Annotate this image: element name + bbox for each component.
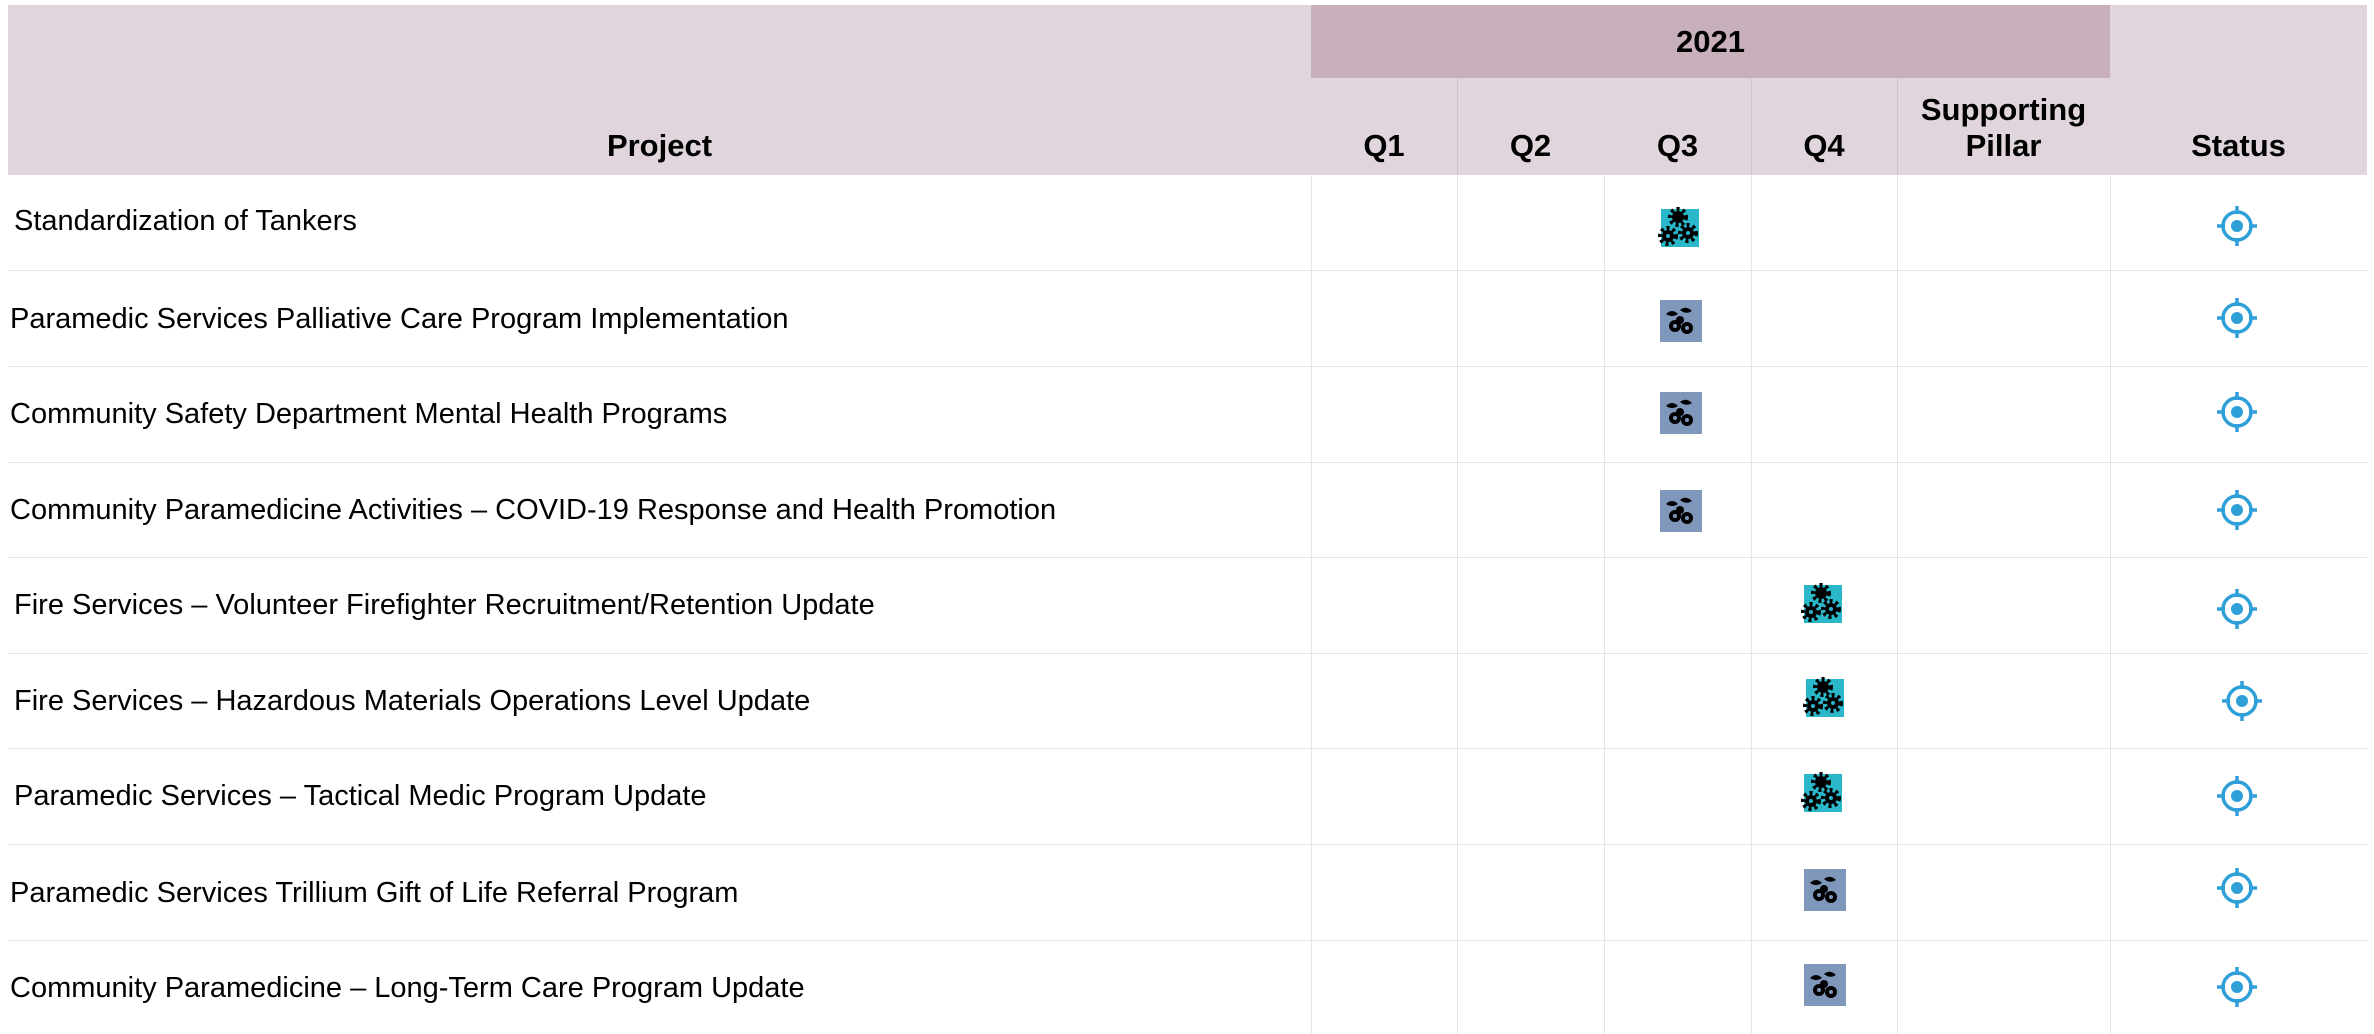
people-care-icon bbox=[1804, 964, 1846, 1006]
row-divider bbox=[8, 844, 2367, 845]
gears-icon bbox=[1801, 771, 1843, 813]
project-name: Paramedic Services – Tactical Medic Prog… bbox=[14, 780, 707, 812]
project-name: Community Paramedicine – Long-Term Care … bbox=[10, 972, 805, 1004]
column-divider bbox=[1457, 175, 1458, 1034]
project-name: Standardization of Tankers bbox=[14, 205, 357, 237]
gears-icon bbox=[1658, 206, 1700, 248]
project-name: Community Paramedicine Activities – COVI… bbox=[10, 494, 1057, 526]
gears-icon bbox=[1801, 582, 1843, 624]
row-divider bbox=[8, 653, 2367, 654]
gears-icon bbox=[1803, 676, 1845, 718]
project-name: Paramedic Services Palliative Care Progr… bbox=[10, 303, 789, 335]
people-care-icon bbox=[1660, 300, 1702, 342]
row-divider bbox=[8, 270, 2367, 271]
target-icon bbox=[2215, 866, 2259, 910]
row-divider bbox=[8, 366, 2367, 367]
target-icon bbox=[2215, 965, 2259, 1009]
row-divider bbox=[8, 748, 2367, 749]
people-care-icon bbox=[1804, 869, 1846, 911]
column-divider bbox=[2110, 175, 2111, 1034]
q4-header: Q4 bbox=[1803, 128, 1845, 163]
header-divider bbox=[1457, 78, 1458, 175]
supporting-pillar-line1: Supporting bbox=[1920, 92, 2087, 127]
supporting-pillar-header: Supporting Pillar bbox=[1897, 92, 2110, 164]
status-header: Status bbox=[2191, 128, 2286, 163]
row-divider bbox=[8, 557, 2367, 558]
q1-header: Q1 bbox=[1363, 128, 1405, 163]
project-name: Community Safety Department Mental Healt… bbox=[10, 398, 728, 430]
q3-header: Q3 bbox=[1656, 128, 1699, 163]
target-icon bbox=[2215, 296, 2259, 340]
column-divider bbox=[1604, 175, 1605, 1034]
target-icon bbox=[2215, 774, 2259, 818]
target-icon bbox=[2220, 679, 2264, 723]
project-name: Fire Services – Volunteer Firefighter Re… bbox=[14, 589, 875, 621]
project-name: Fire Services – Hazardous Materials Oper… bbox=[14, 685, 811, 717]
row-divider bbox=[8, 940, 2367, 941]
year-header: 2021 bbox=[1676, 24, 1745, 59]
column-divider bbox=[1311, 175, 1312, 1034]
project-header: Project bbox=[606, 128, 713, 163]
row-divider bbox=[8, 462, 2367, 463]
project-name: Paramedic Services Trillium Gift of Life… bbox=[10, 877, 739, 909]
supporting-pillar-line2: Pillar bbox=[1965, 128, 2042, 163]
target-icon bbox=[2215, 204, 2259, 248]
header-divider bbox=[1897, 78, 1898, 175]
people-care-icon bbox=[1660, 392, 1702, 434]
target-icon bbox=[2215, 587, 2259, 631]
q2-header: Q2 bbox=[1509, 128, 1552, 163]
column-divider bbox=[1751, 175, 1752, 1034]
target-icon bbox=[2215, 488, 2259, 532]
header-divider bbox=[1751, 78, 1752, 175]
column-divider bbox=[1897, 175, 1898, 1034]
target-icon bbox=[2215, 390, 2259, 434]
people-care-icon bbox=[1660, 490, 1702, 532]
